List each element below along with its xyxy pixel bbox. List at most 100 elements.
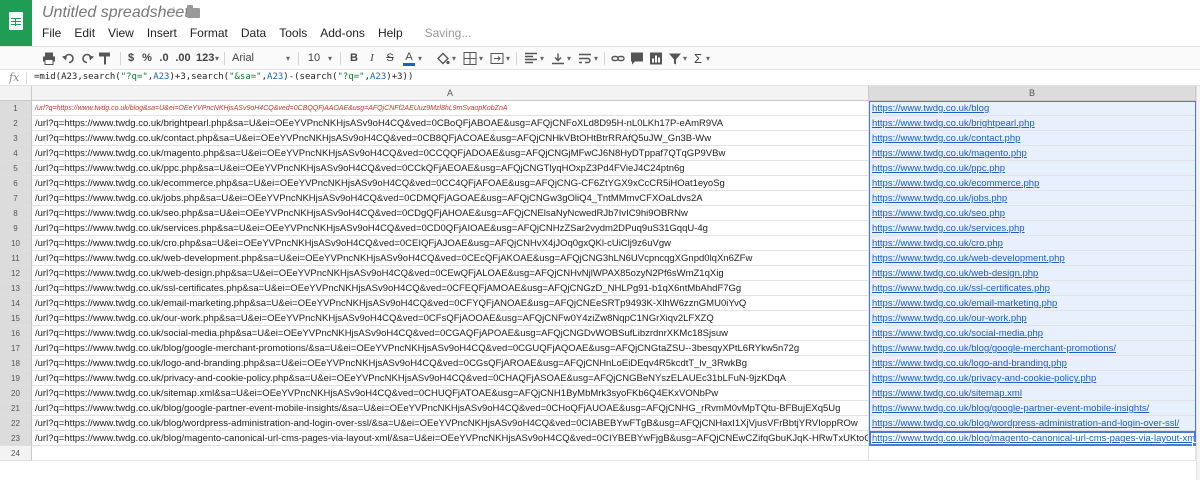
cell-b[interactable]: https://www.twdg.co.uk/contact.php xyxy=(869,131,1196,146)
row-header[interactable]: 17 xyxy=(0,341,32,356)
cell-b[interactable]: https://www.twdg.co.uk/blog/magento-cano… xyxy=(869,431,1196,446)
menu-insert[interactable]: Insert xyxy=(147,26,177,42)
row-header[interactable]: 18 xyxy=(0,356,32,371)
row-header[interactable]: 8 xyxy=(0,206,32,221)
row-header[interactable]: 3 xyxy=(0,131,32,146)
currency-format-button[interactable]: $ xyxy=(126,51,136,66)
cell-b[interactable]: https://www.twdg.co.uk/web-design.php xyxy=(869,266,1196,281)
chart-icon[interactable] xyxy=(649,51,663,66)
cell-a[interactable]: /url?q=https://www.twdg.co.uk/jobs.php&s… xyxy=(32,191,869,206)
italic-button[interactable]: I xyxy=(366,51,378,66)
chevron-down-icon[interactable]: ▾ xyxy=(594,51,598,66)
cell-a[interactable]: /url?q=https://www.twdg.co.uk/seo.php&sa… xyxy=(32,206,869,221)
row-header[interactable]: 15 xyxy=(0,311,32,326)
cell-a[interactable]: /url?q=https://www.twdg.co.uk/brightpear… xyxy=(32,116,869,131)
row-header[interactable]: 22 xyxy=(0,416,32,431)
cell-a[interactable]: /url?q=https://www.twdg.co.uk/cro.php&sa… xyxy=(32,236,869,251)
cell-b[interactable]: https://www.twdg.co.uk/web-development.p… xyxy=(869,251,1196,266)
cell-b[interactable]: https://www.twdg.co.uk/sitemap.xml xyxy=(869,386,1196,401)
chevron-down-icon[interactable]: ▾ xyxy=(506,51,510,66)
row-header[interactable]: 21 xyxy=(0,401,32,416)
cell-b[interactable]: https://www.twdg.co.uk/social-media.php xyxy=(869,326,1196,341)
menu-data[interactable]: Data xyxy=(241,26,266,42)
cell-b[interactable]: https://www.twdg.co.uk/services.php xyxy=(869,221,1196,236)
sum-icon[interactable]: Σ xyxy=(692,51,704,66)
folder-icon[interactable] xyxy=(187,5,200,18)
row-header[interactable]: 9 xyxy=(0,221,32,236)
cell-b[interactable]: https://www.twdg.co.uk/brightpearl.php xyxy=(869,116,1196,131)
cell-b[interactable]: https://www.twdg.co.uk/blog xyxy=(869,101,1196,116)
cell-a[interactable]: /url?q=https://www.twdg.co.uk/sitemap.xm… xyxy=(32,386,869,401)
cell-b[interactable]: https://www.twdg.co.uk/ppc.php xyxy=(869,161,1196,176)
increase-decimal-button[interactable]: .00 xyxy=(174,51,192,66)
chevron-down-icon[interactable]: ▾ xyxy=(479,51,483,66)
menu-file[interactable]: File xyxy=(42,26,61,42)
cell-a[interactable]: /url?q=https://www.twdg.co.uk/blog/magen… xyxy=(32,431,869,446)
cell-b[interactable]: https://www.twdg.co.uk/cro.php xyxy=(869,236,1196,251)
chevron-down-icon[interactable]: ▾ xyxy=(418,51,422,66)
align-icon[interactable] xyxy=(524,51,538,66)
row-header[interactable]: 23 xyxy=(0,431,32,446)
menu-view[interactable]: View xyxy=(108,26,134,42)
row-header[interactable]: 4 xyxy=(0,146,32,161)
fill-color-icon[interactable] xyxy=(436,51,450,66)
cell-b[interactable]: https://www.twdg.co.uk/ssl-certificates.… xyxy=(869,281,1196,296)
cell-a[interactable]: /url?q=https://www.twdg.co.uk/social-med… xyxy=(32,326,869,341)
cell-a[interactable]: /url?q=https://www.twdg.co.uk/logo-and-b… xyxy=(32,356,869,371)
menu-add-ons[interactable]: Add-ons xyxy=(320,26,365,42)
menu-edit[interactable]: Edit xyxy=(74,26,95,42)
cell-a[interactable]: /url?q=https://www.twdg.co.uk/privacy-an… xyxy=(32,371,869,386)
chevron-down-icon[interactable]: ▾ xyxy=(540,51,544,66)
cell-a[interactable]: /url?q=https://www.twdg.co.uk/web-develo… xyxy=(32,251,869,266)
cell-a[interactable]: /url?q=https://www.twdg.co.uk/magento.ph… xyxy=(32,146,869,161)
cell-b[interactable]: https://www.twdg.co.uk/blog/google-merch… xyxy=(869,341,1196,356)
font-family-select[interactable]: Arial xyxy=(232,51,292,66)
comment-icon[interactable] xyxy=(630,51,644,66)
chevron-down-icon[interactable]: ▾ xyxy=(328,51,332,66)
select-all-corner[interactable] xyxy=(0,86,32,101)
row-header[interactable]: 20 xyxy=(0,386,32,401)
paint-format-icon[interactable] xyxy=(98,51,112,66)
chevron-down-icon[interactable]: ▾ xyxy=(215,51,219,66)
link-icon[interactable] xyxy=(611,51,625,66)
text-color-button[interactable]: A xyxy=(403,51,415,66)
cell-b[interactable] xyxy=(869,446,1196,461)
more-formats-button[interactable]: 123 xyxy=(196,51,214,66)
cell-b[interactable]: https://www.twdg.co.uk/magento.php xyxy=(869,146,1196,161)
percent-format-button[interactable]: % xyxy=(142,51,152,66)
cell-b[interactable]: https://www.twdg.co.uk/email-marketing.p… xyxy=(869,296,1196,311)
cell-a[interactable]: /url?q=https://www.twdg.co.uk/email-mark… xyxy=(32,296,869,311)
cell-a[interactable]: /url?q=https://www.twdg.co.uk/ecommerce.… xyxy=(32,176,869,191)
cell-a[interactable] xyxy=(32,446,869,461)
cell-b[interactable]: https://www.twdg.co.uk/our-work.php xyxy=(869,311,1196,326)
cell-b[interactable]: https://www.twdg.co.uk/jobs.php xyxy=(869,191,1196,206)
chevron-down-icon[interactable]: ▾ xyxy=(286,51,290,66)
chevron-down-icon[interactable]: ▾ xyxy=(452,51,456,66)
cell-b[interactable]: https://www.twdg.co.uk/logo-and-branding… xyxy=(869,356,1196,371)
row-header[interactable]: 5 xyxy=(0,161,32,176)
menu-help[interactable]: Help xyxy=(378,26,403,42)
row-header[interactable]: 16 xyxy=(0,326,32,341)
vertical-scrollbar[interactable] xyxy=(1196,86,1200,480)
chevron-down-icon[interactable]: ▾ xyxy=(567,51,571,66)
cell-a[interactable]: /url?q=https://www.twdg.co.uk/ppc.php&sa… xyxy=(32,161,869,176)
menu-format[interactable]: Format xyxy=(190,26,228,42)
cell-a[interactable]: /url?q=https://www.twdg.co.uk/web-design… xyxy=(32,266,869,281)
cell-a[interactable]: /url?q=https://www.twdg.co.uk/blog/googl… xyxy=(32,401,869,416)
menu-tools[interactable]: Tools xyxy=(279,26,307,42)
cell-a[interactable]: /url?q=https://www.twdg.co.uk/blog/wordp… xyxy=(32,416,869,431)
row-header[interactable]: 19 xyxy=(0,371,32,386)
row-header[interactable]: 24 xyxy=(0,446,32,461)
row-header[interactable]: 11 xyxy=(0,251,32,266)
cell-b[interactable]: https://www.twdg.co.uk/privacy-and-cooki… xyxy=(869,371,1196,386)
row-header[interactable]: 10 xyxy=(0,236,32,251)
cell-b[interactable]: https://www.twdg.co.uk/blog/wordpress-ad… xyxy=(869,416,1196,431)
decrease-decimal-button[interactable]: .0 xyxy=(157,51,171,66)
cell-a[interactable]: /url?q=https://www.twdg.co.uk/our-work.p… xyxy=(32,311,869,326)
text-wrap-icon[interactable] xyxy=(578,51,592,66)
row-header[interactable]: 1 xyxy=(0,101,32,116)
redo-icon[interactable] xyxy=(80,51,94,66)
formula-input[interactable]: =mid(A23,search("?q=",A23)+3,search("&sa… xyxy=(34,72,413,82)
merge-cells-icon[interactable] xyxy=(490,51,504,66)
print-icon[interactable] xyxy=(42,51,56,66)
